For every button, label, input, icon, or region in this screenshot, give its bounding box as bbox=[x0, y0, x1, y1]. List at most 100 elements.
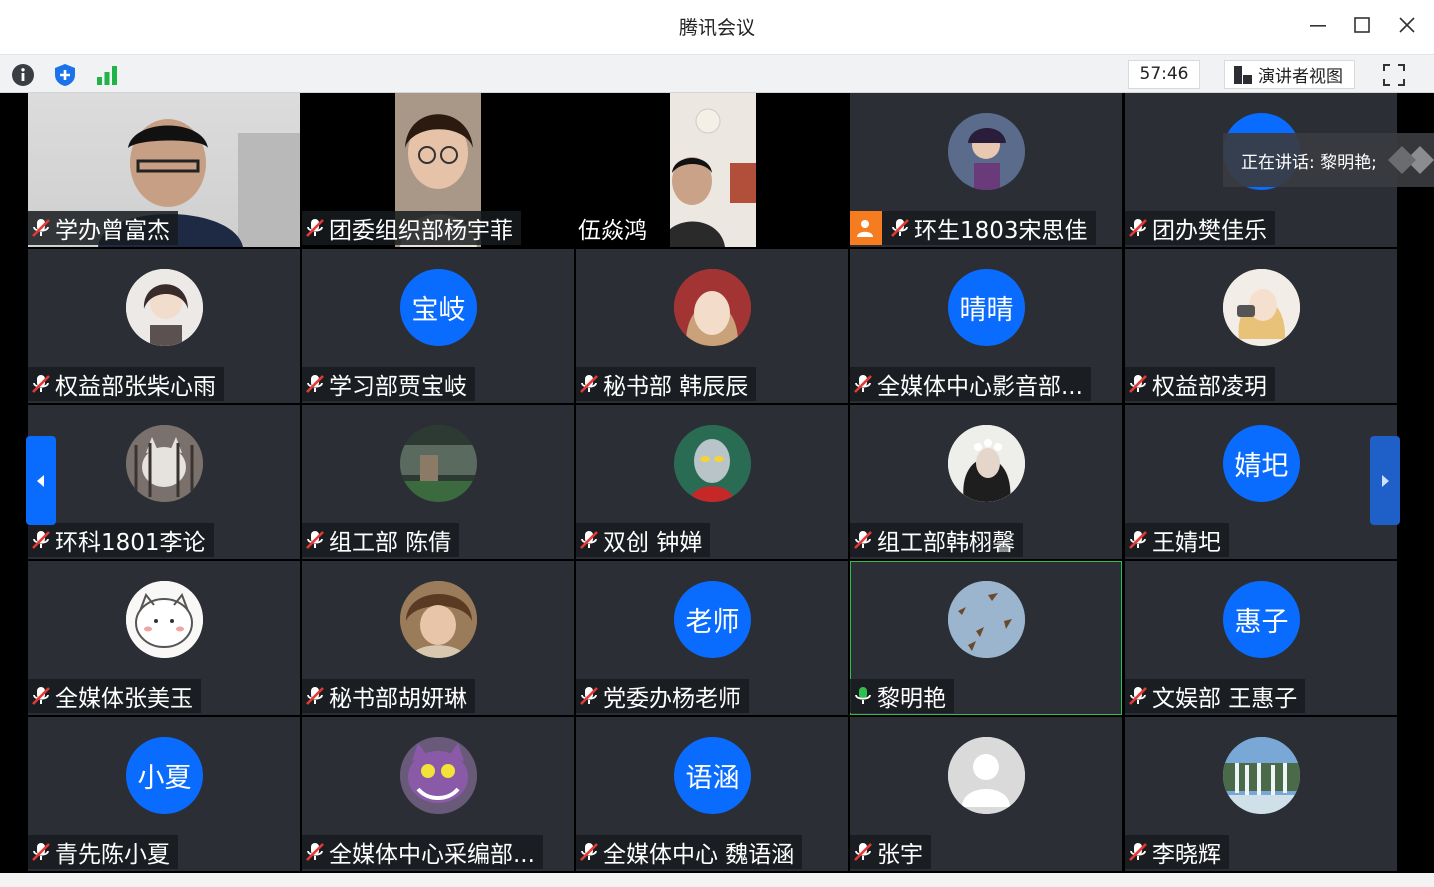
speaking-decoration-icon bbox=[1388, 146, 1434, 174]
participant-tile[interactable]: 李晓辉 bbox=[1125, 717, 1397, 871]
participant-avatar bbox=[674, 425, 751, 502]
participant-nameplate: 团委组织部杨宇菲 bbox=[302, 211, 521, 245]
participant-tile[interactable]: 婧圯 王婧圯 bbox=[1125, 405, 1397, 559]
participant-nameplate: 环生1803宋思佳 bbox=[850, 211, 1096, 245]
participant-tile[interactable]: 全媒体张美玉 bbox=[28, 561, 300, 715]
participant-avatar bbox=[948, 425, 1025, 502]
participant-name: 学办曾富杰 bbox=[55, 218, 170, 244]
mic-muted-icon bbox=[578, 841, 600, 863]
close-button[interactable] bbox=[1390, 10, 1424, 40]
participant-name: 王婧圯 bbox=[1152, 530, 1221, 556]
participant-nameplate: 全媒体中心采编部... bbox=[302, 835, 543, 869]
minimize-icon bbox=[1310, 25, 1326, 27]
participant-avatar bbox=[948, 581, 1025, 658]
participant-nameplate: 秘书部 韩辰辰 bbox=[576, 367, 757, 401]
participant-avatar: 老师 bbox=[674, 581, 751, 658]
participant-name: 全媒体中心 魏语涵 bbox=[603, 842, 795, 868]
participant-name: 秘书部 韩辰辰 bbox=[603, 374, 749, 400]
participant-tile[interactable]: 老师 党委办杨老师 bbox=[576, 561, 848, 715]
participant-tile[interactable]: 惠子 文娱部 王惠子 bbox=[1125, 561, 1397, 715]
participant-tile[interactable]: 权益部张柴心雨 bbox=[28, 249, 300, 403]
mic-muted-icon bbox=[578, 529, 600, 551]
mic-muted-icon bbox=[304, 529, 326, 551]
participant-tile[interactable]: 晴晴 全媒体中心影音部... bbox=[850, 249, 1122, 403]
participant-avatar: 小夏 bbox=[126, 737, 203, 814]
participant-tile[interactable]: 组工部 陈倩 bbox=[302, 405, 574, 559]
participant-avatar bbox=[126, 581, 203, 658]
maximize-button[interactable] bbox=[1345, 10, 1379, 40]
participant-nameplate: 组工部韩栩馨 bbox=[850, 523, 1023, 557]
chevron-right-icon bbox=[1382, 474, 1389, 487]
participant-avatar bbox=[400, 425, 477, 502]
participant-tile[interactable]: 伍焱鸿 bbox=[576, 93, 848, 247]
participant-name: 秘书部胡妍琳 bbox=[329, 686, 467, 712]
participant-nameplate: 权益部凌玥 bbox=[1125, 367, 1275, 401]
mic-muted-icon bbox=[304, 373, 326, 395]
title-bar: 腾讯会议 bbox=[0, 0, 1434, 54]
participant-tile[interactable]: 语涵 全媒体中心 魏语涵 bbox=[576, 717, 848, 871]
previous-page-button[interactable] bbox=[26, 436, 56, 525]
next-page-button[interactable] bbox=[1370, 436, 1400, 525]
signal-icon[interactable] bbox=[94, 62, 120, 88]
participant-nameplate: 学习部贾宝岐 bbox=[302, 367, 475, 401]
participant-name: 权益部凌玥 bbox=[1152, 374, 1267, 400]
participant-avatar bbox=[674, 269, 751, 346]
participant-avatar bbox=[400, 737, 477, 814]
mic-muted-icon bbox=[30, 529, 52, 551]
participant-name: 双创 钟婵 bbox=[603, 530, 703, 556]
speaking-indicator: 正在讲话: 黎明艳; bbox=[1223, 133, 1434, 187]
close-icon bbox=[1399, 17, 1415, 33]
info-icon[interactable] bbox=[10, 62, 36, 88]
participant-tile[interactable]: 秘书部 韩辰辰 bbox=[576, 249, 848, 403]
participant-name: 全媒体张美玉 bbox=[55, 686, 193, 712]
participant-nameplate: 双创 钟婵 bbox=[576, 523, 711, 557]
participant-tile[interactable]: 小夏 青先陈小夏 bbox=[28, 717, 300, 871]
participant-name: 团办樊佳乐 bbox=[1152, 218, 1267, 244]
participant-grid: 学办曾富杰 团委组织部杨宇菲 伍焱鸿 环生1803宋思佳 团办樊佳乐 权益部张柴… bbox=[28, 93, 1398, 887]
participant-tile[interactable]: 权益部凌玥 bbox=[1125, 249, 1397, 403]
participant-name: 学习部贾宝岐 bbox=[329, 374, 467, 400]
participant-tile[interactable]: 学办曾富杰 bbox=[28, 93, 300, 247]
participant-nameplate: 学办曾富杰 bbox=[28, 211, 178, 245]
participant-avatar bbox=[948, 113, 1025, 190]
shield-icon[interactable] bbox=[52, 62, 78, 88]
participant-tile[interactable]: 组工部韩栩馨 bbox=[850, 405, 1122, 559]
participant-tile[interactable]: 双创 钟婵 bbox=[576, 405, 848, 559]
minimize-button[interactable] bbox=[1301, 10, 1335, 40]
participant-tile[interactable]: 环科1801李论 bbox=[28, 405, 300, 559]
participant-nameplate: 王婧圯 bbox=[1125, 523, 1229, 557]
mic-muted-icon bbox=[852, 841, 874, 863]
mic-muted-icon bbox=[1127, 685, 1149, 707]
mic-muted-icon bbox=[1127, 841, 1149, 863]
mic-on-icon bbox=[852, 685, 874, 707]
participant-name: 李晓辉 bbox=[1152, 842, 1221, 868]
participant-avatar bbox=[1223, 737, 1300, 814]
default-avatar-icon bbox=[948, 737, 1025, 814]
speaker-view-button[interactable]: 演讲者视图 bbox=[1224, 60, 1355, 89]
participant-name: 环生1803宋思佳 bbox=[914, 218, 1088, 244]
participant-tile[interactable]: 张宇 bbox=[850, 717, 1122, 871]
participant-tile[interactable]: 环生1803宋思佳 bbox=[850, 93, 1122, 247]
participant-avatar bbox=[1223, 269, 1300, 346]
fullscreen-button[interactable] bbox=[1380, 61, 1408, 89]
participant-name: 青先陈小夏 bbox=[55, 842, 170, 868]
participant-tile[interactable]: 秘书部胡妍琳 bbox=[302, 561, 574, 715]
mic-muted-icon bbox=[889, 217, 911, 239]
participant-nameplate: 青先陈小夏 bbox=[28, 835, 178, 869]
participant-tile[interactable]: 宝岐 学习部贾宝岐 bbox=[302, 249, 574, 403]
participant-nameplate: 全媒体中心 魏语涵 bbox=[576, 835, 803, 869]
participant-name: 党委办杨老师 bbox=[603, 686, 741, 712]
speaking-text: 正在讲话: 黎明艳; bbox=[1241, 152, 1377, 173]
participant-nameplate: 文娱部 王惠子 bbox=[1125, 679, 1306, 713]
participant-nameplate: 环科1801李论 bbox=[28, 523, 214, 557]
mic-muted-icon bbox=[30, 217, 52, 239]
participant-tile-active[interactable]: 黎明艳 bbox=[850, 561, 1122, 715]
participant-avatar bbox=[126, 269, 203, 346]
participant-tile[interactable]: 团委组织部杨宇菲 bbox=[302, 93, 574, 247]
participant-tile[interactable]: 全媒体中心采编部... bbox=[302, 717, 574, 871]
mic-muted-icon bbox=[578, 373, 600, 395]
mic-muted-icon bbox=[852, 529, 874, 551]
video-feed bbox=[670, 93, 756, 247]
participant-name: 团委组织部杨宇菲 bbox=[329, 218, 513, 244]
mic-muted-icon bbox=[578, 685, 600, 707]
